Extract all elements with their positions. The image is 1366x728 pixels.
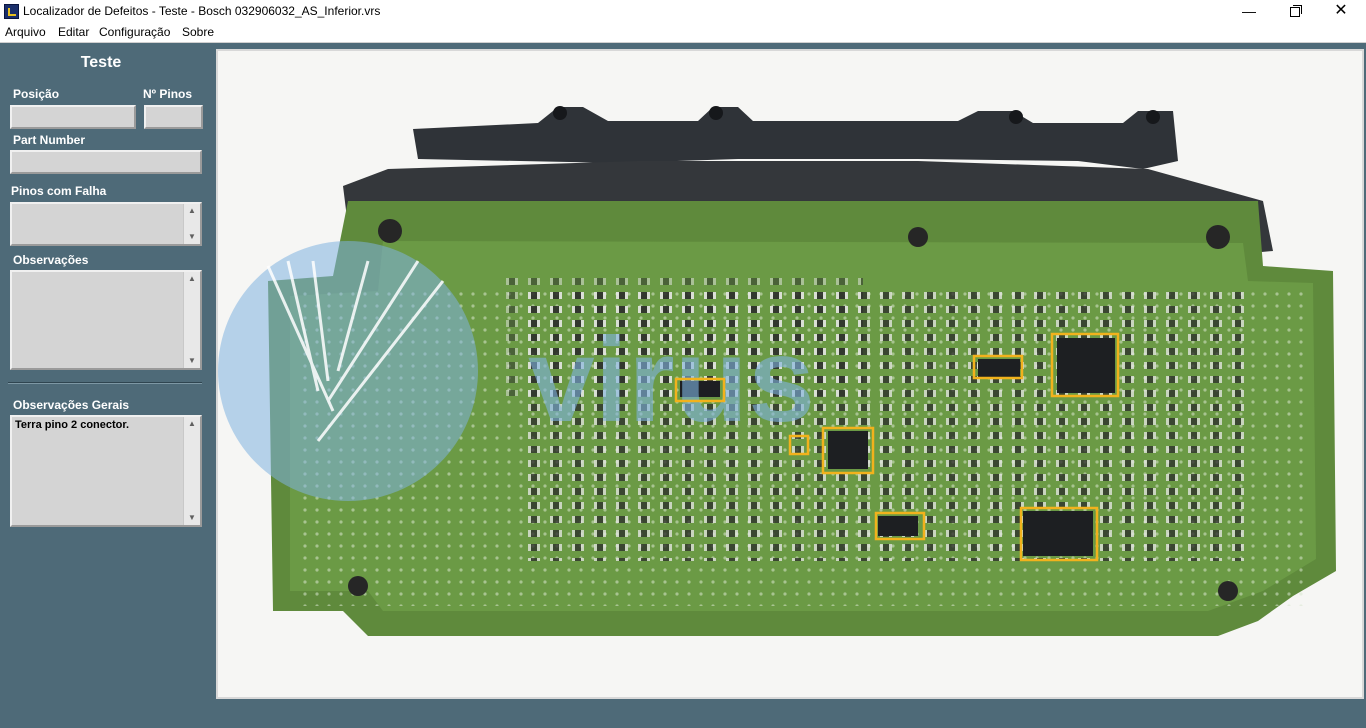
panel-title: Teste (80, 54, 122, 71)
general-observations-textarea[interactable]: Terra pino 2 conector. ▲ ▼ (10, 415, 202, 527)
position-field[interactable] (10, 105, 136, 129)
panel-divider (8, 382, 202, 384)
scroll-up-icon[interactable]: ▲ (184, 204, 200, 218)
scroll-down-icon[interactable]: ▼ (184, 511, 200, 525)
menu-configuracao[interactable]: Configuração (99, 25, 170, 39)
menu-editar[interactable]: Editar (58, 25, 89, 39)
menu-sobre[interactable]: Sobre (182, 25, 214, 39)
scroll-down-icon[interactable]: ▼ (184, 230, 200, 244)
scroll-up-icon[interactable]: ▲ (184, 417, 200, 431)
failed-pins-textarea[interactable]: ▲ ▼ (10, 202, 202, 246)
restore-icon (1290, 5, 1302, 17)
minimize-button[interactable]: — (1226, 0, 1272, 23)
pins-field[interactable] (144, 105, 203, 129)
position-label: Posição (13, 87, 60, 101)
maximize-button[interactable] (1272, 0, 1318, 23)
general-observations-value: Terra pino 2 conector. (15, 419, 130, 431)
title-bar: Localizador de Defeitos - Teste - Bosch … (0, 0, 1366, 23)
pins-label: Nº Pinos (143, 87, 193, 101)
observations-scrollbar[interactable]: ▲ ▼ (183, 272, 200, 368)
close-button[interactable]: ✕ (1318, 0, 1364, 23)
pcb-image-viewer[interactable]: virus (216, 49, 1364, 699)
menu-bar: Arquivo Editar Configuração Sobre (0, 23, 1366, 43)
failed-pins-label: Pinos com Falha (11, 184, 107, 198)
details-panel: Teste Posição Nº Pinos Part Number Pinos… (0, 43, 215, 728)
app-logo-icon (4, 4, 19, 19)
observations-label: Observações (13, 253, 89, 267)
failed-pins-scrollbar[interactable]: ▲ ▼ (183, 204, 200, 244)
menu-arquivo[interactable]: Arquivo (5, 25, 46, 39)
scroll-down-icon[interactable]: ▼ (184, 354, 200, 368)
part-number-label: Part Number (13, 133, 86, 147)
observations-textarea[interactable]: ▲ ▼ (10, 270, 202, 370)
svg-text:virus: virus (528, 313, 815, 447)
general-observations-label: Observações Gerais (13, 398, 130, 412)
scroll-up-icon[interactable]: ▲ (184, 272, 200, 286)
pcb-board-photo[interactable]: virus (218, 51, 1362, 697)
window-title: Localizador de Defeitos - Teste - Bosch … (23, 4, 381, 18)
general-observations-scrollbar[interactable]: ▲ ▼ (183, 417, 200, 525)
part-number-field[interactable] (10, 150, 202, 174)
